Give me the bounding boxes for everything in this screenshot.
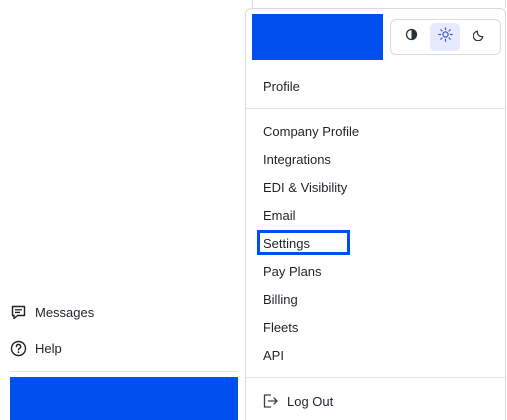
- menu-item-fleets[interactable]: Fleets: [263, 320, 298, 336]
- menu-header: [252, 14, 501, 62]
- sidebar: Messages Help: [0, 0, 246, 420]
- moon-icon: [472, 28, 486, 46]
- menu-item-api[interactable]: API: [263, 348, 284, 364]
- account-button[interactable]: [10, 377, 238, 420]
- help-icon: [10, 340, 27, 357]
- menu-item-edi-visibility[interactable]: EDI & Visibility: [263, 180, 347, 196]
- sidebar-divider: [10, 371, 238, 372]
- menu-item-email[interactable]: Email: [263, 208, 296, 224]
- logout-label: Log Out: [287, 393, 334, 409]
- logout-button[interactable]: Log Out: [261, 392, 333, 410]
- sidebar-item-label: Help: [35, 341, 62, 356]
- theme-dark-button[interactable]: [465, 23, 495, 51]
- theme-auto-button[interactable]: [396, 23, 426, 51]
- app-stage: Messages Help Profile Company Profile In…: [0, 0, 507, 420]
- menu-divider: [246, 108, 505, 109]
- sidebar-item-messages[interactable]: Messages: [10, 304, 94, 321]
- logout-icon: [261, 392, 279, 410]
- account-menu: Profile Company Profile Integrations EDI…: [245, 8, 506, 420]
- menu-item-integrations[interactable]: Integrations: [263, 152, 331, 168]
- contrast-icon: [405, 28, 418, 46]
- messages-icon: [10, 304, 27, 321]
- menu-item-pay-plans[interactable]: Pay Plans: [263, 264, 322, 280]
- menu-item-billing[interactable]: Billing: [263, 292, 298, 308]
- menu-top-edge: [252, 0, 506, 8]
- theme-switcher: [390, 19, 501, 55]
- menu-item-settings[interactable]: Settings: [263, 236, 310, 252]
- theme-light-button[interactable]: [430, 23, 461, 51]
- sidebar-item-label: Messages: [35, 305, 95, 320]
- menu-divider: [246, 377, 505, 378]
- menu-item-company-profile[interactable]: Company Profile: [263, 124, 359, 140]
- organization-block: [252, 14, 383, 60]
- sun-icon: [438, 27, 453, 47]
- menu-item-profile[interactable]: Profile: [263, 79, 300, 95]
- sidebar-item-help[interactable]: Help: [10, 340, 62, 357]
